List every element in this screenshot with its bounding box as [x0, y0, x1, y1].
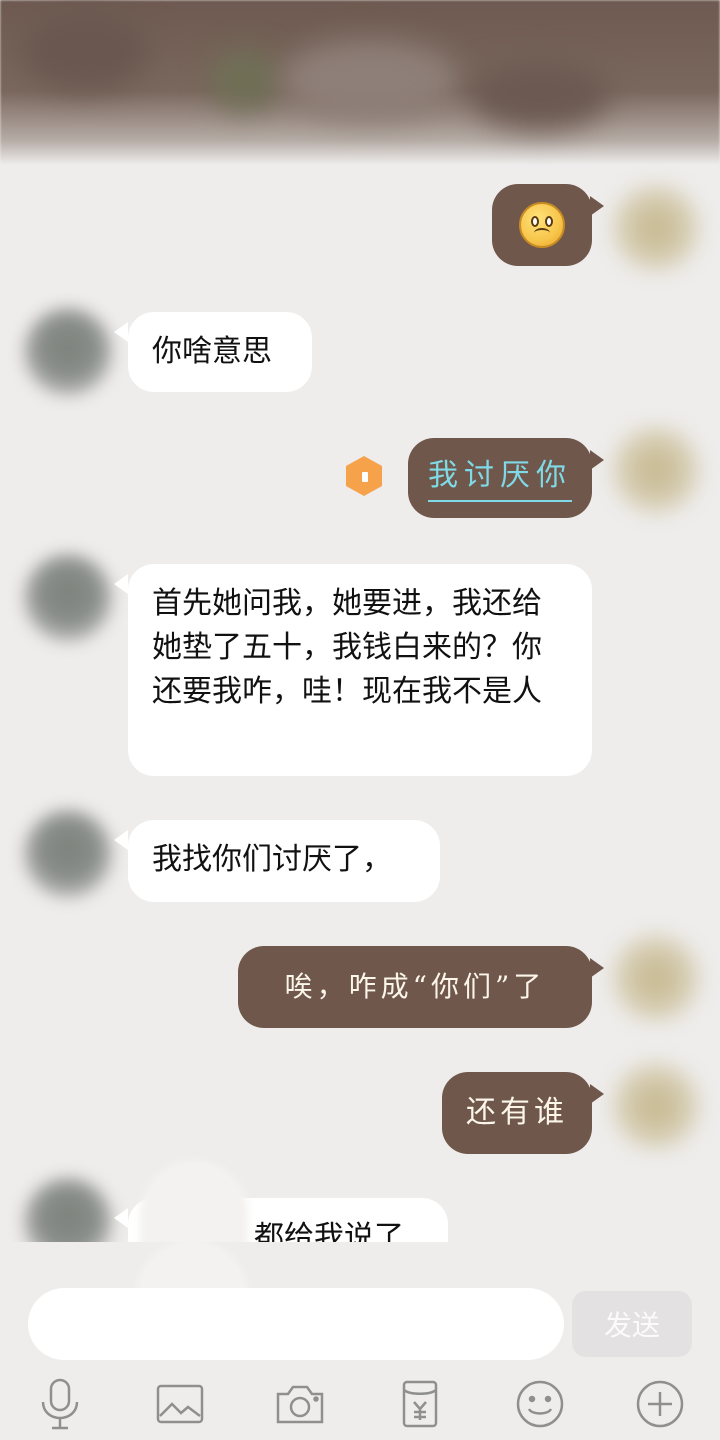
image-icon[interactable]: [148, 1372, 212, 1436]
bubble-tail: [114, 830, 128, 850]
contact-avatar[interactable]: [24, 810, 112, 898]
send-button[interactable]: 发送: [572, 1291, 692, 1357]
chat-area[interactable]: 你啥意思 我讨厌你 首先她问我，她要进，我还给她垫了五十，我钱白来的？你还要我咋…: [0, 150, 720, 1242]
message-text: 都给我说了: [254, 1220, 404, 1242]
message-link-text[interactable]: 我讨厌你: [428, 454, 572, 502]
plus-icon[interactable]: [628, 1372, 692, 1436]
my-avatar[interactable]: [612, 184, 700, 272]
message-bubble-outgoing[interactable]: 还有谁: [442, 1072, 592, 1154]
contact-avatar[interactable]: [24, 554, 112, 642]
message-input[interactable]: [28, 1288, 564, 1360]
header-blur-blob: [280, 40, 460, 120]
bubble-tail: [590, 450, 604, 470]
bubble-tail: [590, 196, 604, 216]
message-bubble-incoming[interactable]: 你啥意思: [128, 312, 312, 392]
microphone-icon[interactable]: [28, 1372, 92, 1436]
hexagon-badge-icon[interactable]: [346, 456, 382, 496]
bubble-tail: [114, 322, 128, 342]
bubble-tail: [590, 1084, 604, 1104]
contact-avatar[interactable]: [24, 1178, 112, 1242]
message-bubble-outgoing[interactable]: 我讨厌你: [408, 438, 592, 518]
red-packet-icon[interactable]: [388, 1372, 452, 1436]
message-bubble-outgoing[interactable]: [492, 184, 592, 266]
my-avatar[interactable]: [612, 1062, 700, 1150]
my-avatar[interactable]: [612, 934, 700, 1022]
emoji-icon[interactable]: [508, 1372, 572, 1436]
message-text: 还有谁: [466, 1095, 568, 1130]
camera-icon[interactable]: [268, 1372, 332, 1436]
bubble-tail: [114, 1208, 128, 1228]
chat-header: [0, 0, 720, 165]
message-text: 首先她问我，她要进，我还给她垫了五十，我钱白来的？你还要我咋，哇！现在我不是人: [152, 586, 542, 709]
message-bubble-incoming[interactable]: 我找你们讨厌了，: [128, 820, 440, 902]
message-text: 唉，咋成“你们”了: [284, 970, 546, 1003]
header-blur-blob: [470, 60, 610, 130]
message-text: 你啥意思: [152, 334, 272, 369]
redaction-smear: [140, 1160, 248, 1242]
my-avatar[interactable]: [612, 426, 700, 514]
contact-avatar[interactable]: [24, 308, 112, 396]
header-blur-blob: [20, 10, 150, 90]
header-blur-blob: [210, 50, 280, 110]
bubble-tail: [590, 958, 604, 978]
message-bubble-outgoing[interactable]: 唉，咋成“你们”了: [238, 946, 592, 1028]
message-bubble-incoming[interactable]: 首先她问我，她要进，我还给她垫了五十，我钱白来的？你还要我咋，哇！现在我不是人: [128, 564, 592, 776]
bubble-tail: [114, 574, 128, 594]
message-text: 我找你们讨厌了，: [152, 842, 392, 877]
sad-face-emoji-icon: [519, 202, 565, 248]
input-toolbar: [0, 1368, 720, 1440]
